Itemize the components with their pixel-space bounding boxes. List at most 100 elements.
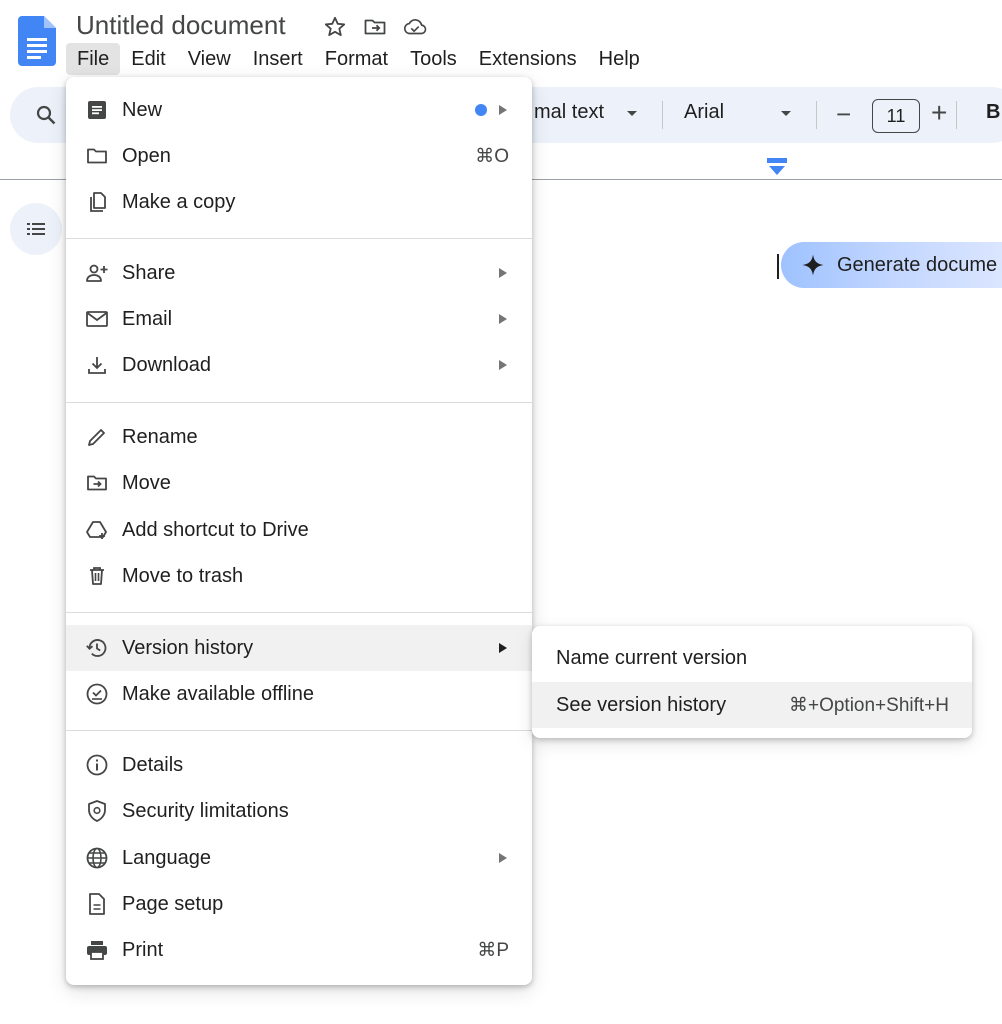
menu-item-page-setup[interactable]: Page setup: [66, 881, 532, 927]
decrease-font-size-button[interactable]: −: [836, 101, 851, 127]
generate-document-label: Generate docume: [837, 253, 998, 276]
star-icon[interactable]: [322, 14, 348, 40]
info-icon: [85, 753, 109, 777]
menu-item-label: Version history: [122, 636, 254, 659]
page-icon: [85, 892, 109, 916]
trash-icon: [85, 564, 109, 588]
bold-button[interactable]: B: [986, 101, 1000, 124]
shield-icon: [85, 799, 109, 823]
menu-divider: [66, 402, 532, 403]
cloud-saved-icon[interactable]: [402, 14, 428, 40]
menu-bar: File Edit View Insert Format Tools Exten…: [66, 43, 651, 75]
menu-item-label: Download: [122, 353, 211, 376]
menu-insert[interactable]: Insert: [242, 43, 314, 75]
submenu-arrow-icon: [498, 852, 508, 864]
new-badge: [475, 104, 487, 116]
drive-shortcut-icon: [85, 518, 109, 542]
text-cursor: [777, 254, 779, 279]
menu-item-make-available-offline[interactable]: Make available offline: [66, 671, 532, 717]
menu-item-label: Make available offline: [122, 682, 314, 705]
menu-item-move-to-trash[interactable]: Move to trash: [66, 553, 532, 599]
move-folder-icon[interactable]: [362, 14, 388, 40]
file-menu: New Open ⌘O Make a copy Share Email Down…: [66, 77, 532, 985]
menu-tools[interactable]: Tools: [399, 43, 468, 75]
menu-item-label: Move to trash: [122, 564, 244, 587]
chevron-down-icon[interactable]: [626, 110, 638, 118]
menu-item-version-history[interactable]: Version history: [66, 625, 532, 671]
menu-item-label: See version history: [556, 693, 727, 716]
submenu-arrow-icon: [498, 642, 508, 654]
pencil-icon: [85, 425, 109, 449]
menu-item-label: Security limitations: [122, 799, 289, 822]
menu-item-label: Open: [122, 144, 171, 167]
shortcut-label: ⌘O: [475, 145, 509, 167]
shortcut-label: ⌘+Option+Shift+H: [788, 694, 949, 716]
menu-item-label: Rename: [122, 425, 198, 448]
menu-item-print[interactable]: Print ⌘P: [66, 927, 532, 973]
menu-item-label: Make a copy: [122, 190, 236, 213]
font-size-input[interactable]: 11: [872, 99, 920, 133]
download-icon: [85, 353, 109, 377]
menu-item-new[interactable]: New: [66, 87, 532, 133]
toolbar-divider: [816, 101, 817, 129]
menu-item-label: Page setup: [122, 892, 224, 915]
menu-item-make-a-copy[interactable]: Make a copy: [66, 179, 532, 225]
document-outline-button[interactable]: [10, 203, 62, 255]
search-icon[interactable]: [34, 103, 58, 127]
menu-item-label: Details: [122, 753, 184, 776]
menu-item-label: Move: [122, 471, 171, 494]
offline-check-icon: [85, 682, 109, 706]
menu-divider: [66, 238, 532, 239]
submenu-arrow-icon: [498, 359, 508, 371]
move-folder-icon: [85, 471, 109, 495]
menu-item-label: Share: [122, 261, 176, 284]
menu-file[interactable]: File: [66, 43, 121, 75]
document-icon: [85, 98, 109, 122]
menu-item-email[interactable]: Email: [66, 296, 532, 342]
sparkle-icon: [801, 253, 825, 277]
menu-help[interactable]: Help: [588, 43, 651, 75]
folder-icon: [85, 144, 109, 168]
menu-edit[interactable]: Edit: [120, 43, 176, 75]
menu-item-see-version-history[interactable]: See version history ⌘+Option+Shift+H: [532, 682, 972, 728]
printer-icon: [85, 938, 109, 962]
menu-item-label: New: [122, 98, 163, 121]
increase-font-size-button[interactable]: +: [931, 99, 947, 127]
font-select[interactable]: Arial: [684, 101, 724, 124]
menu-item-label: Print: [122, 938, 164, 961]
person-add-icon: [85, 261, 109, 285]
history-icon: [85, 636, 109, 660]
document-title[interactable]: Untitled document: [76, 10, 286, 41]
menu-item-rename[interactable]: Rename: [66, 414, 532, 460]
menu-item-open[interactable]: Open ⌘O: [66, 133, 532, 179]
menu-extensions[interactable]: Extensions: [468, 43, 588, 75]
menu-item-security-limitations[interactable]: Security limitations: [66, 788, 532, 834]
copy-icon: [85, 190, 109, 214]
paragraph-style-select[interactable]: mal text: [534, 101, 604, 124]
menu-item-move[interactable]: Move: [66, 460, 532, 506]
mail-icon: [85, 307, 109, 331]
menu-item-name-current-version[interactable]: Name current version: [532, 635, 972, 681]
docs-logo[interactable]: [18, 16, 56, 66]
menu-item-label: Language: [122, 846, 211, 869]
shortcut-label: ⌘P: [477, 939, 509, 961]
menu-view[interactable]: View: [177, 43, 242, 75]
menu-format[interactable]: Format: [314, 43, 399, 75]
menu-item-details[interactable]: Details: [66, 742, 532, 788]
menu-item-language[interactable]: Language: [66, 835, 532, 881]
globe-icon: [85, 846, 109, 870]
menu-item-download[interactable]: Download: [66, 342, 532, 388]
menu-item-label: Add shortcut to Drive: [122, 518, 309, 541]
chevron-down-icon[interactable]: [780, 110, 792, 118]
submenu-arrow-icon: [498, 313, 508, 325]
submenu-arrow-icon: [498, 104, 508, 116]
menu-item-share[interactable]: Share: [66, 250, 532, 296]
menu-divider: [66, 612, 532, 613]
menu-item-label: Email: [122, 307, 173, 330]
toolbar-divider: [956, 101, 957, 129]
generate-document-button[interactable]: Generate docume: [781, 242, 1002, 288]
menu-item-label: Name current version: [556, 646, 748, 669]
submenu-arrow-icon: [498, 267, 508, 279]
menu-item-add-shortcut-to-drive[interactable]: Add shortcut to Drive: [66, 507, 532, 553]
indent-marker[interactable]: [767, 157, 787, 177]
